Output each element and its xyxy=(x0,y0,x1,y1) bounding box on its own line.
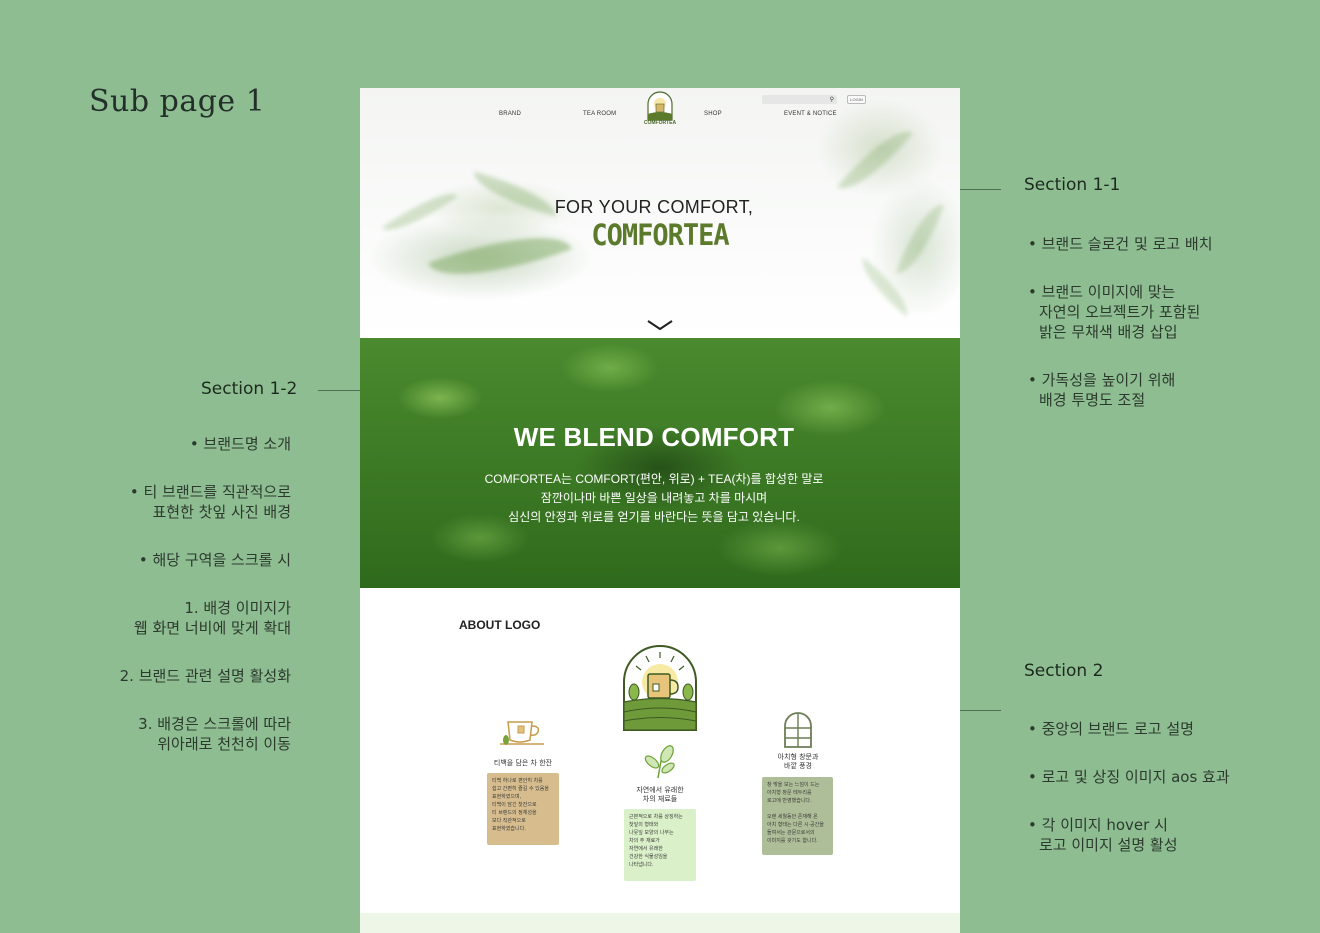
annotation-list-s2: 중앙의 브랜드 로고 설명 로고 및 상징 이미지 aos 효과 각 이미지 h… xyxy=(1028,699,1230,883)
annotation-item: • 티 브랜드를 직관적으로 표현한 찻잎 사진 배경 xyxy=(129,483,291,521)
annotation-list-s11: 브랜드 슬로건 및 로고 배치 브랜드 이미지에 맞는 자연의 오브젝트가 포함… xyxy=(1028,214,1213,438)
card-description: 티백 하나로 편안히 차를 쉽고 간편히 즐길 수 있음을 표현하였으며, 티백… xyxy=(487,773,559,845)
annotation-title-s2: Section 2 xyxy=(1024,661,1104,681)
nav-item-shop[interactable]: SHOP xyxy=(704,111,722,117)
chevron-down-icon[interactable] xyxy=(646,318,674,332)
annotation-item: 가독성을 높이기 위해 배경 투명도 조절 xyxy=(1028,370,1213,410)
annotation-list-s12: • 브랜드명 소개 • 티 브랜드를 직관적으로 표현한 찻잎 사진 배경 • … xyxy=(91,414,291,782)
next-section-strip xyxy=(360,913,960,933)
card-description: 창 밖을 보는 느낌이 드는 아치형 창문 테두리를 로고에 반영했습니다. 오… xyxy=(762,777,833,855)
brand-intro-title: WE BLEND COMFORT xyxy=(513,422,795,452)
annotation-item: • 해당 구역을 스크롤 시 xyxy=(138,551,291,569)
annotation-title-s12: Section 1-2 xyxy=(201,379,298,399)
search-input[interactable]: ⚲ xyxy=(762,95,837,104)
annotation-item: • 브랜드명 소개 xyxy=(189,435,291,453)
nav-item-tea-room[interactable]: TEA ROOM xyxy=(583,111,616,117)
arch-window-icon[interactable] xyxy=(783,712,813,748)
annotation-title-s11: Section 1-1 xyxy=(1024,175,1121,195)
annotation-item: 1. 배경 이미지가 웹 화면 너비에 맞게 확대 xyxy=(133,599,291,637)
about-logo-title: ABOUT LOGO xyxy=(459,618,541,632)
annotation-item: 브랜드 이미지에 맞는 자연의 오브젝트가 포함된 밝은 무채색 배경 삽입 xyxy=(1028,282,1213,342)
nav-logo-text: COMFORTEA xyxy=(643,120,677,126)
brand-emblem-icon[interactable] xyxy=(620,640,700,732)
top-nav: BRAND TEA ROOM SHOP EVENT & NOTICE COMFO… xyxy=(360,88,960,128)
leaf-blur xyxy=(836,117,914,203)
brand-intro-line: 심신의 안정과 위로를 얻기를 바란다는 뜻을 담고 있습니다. xyxy=(508,510,800,524)
tea-leaf-icon[interactable] xyxy=(640,744,680,780)
annotation-item: 중앙의 브랜드 로고 설명 xyxy=(1028,719,1230,739)
login-button[interactable]: LOGIN xyxy=(847,95,866,104)
hero-slogan: FOR YOUR COMFORT, xyxy=(554,197,754,217)
hero-brand-name: COMFORTEA xyxy=(591,218,729,253)
annotation-item: 3. 배경은 스크롤에 따라 위아래로 천천히 이동 xyxy=(138,715,291,753)
nav-item-event-notice[interactable]: EVENT & NOTICE xyxy=(784,111,837,117)
search-icon[interactable]: ⚲ xyxy=(830,96,834,103)
card-label: 자연에서 유래한 차의 재료들 xyxy=(636,786,684,803)
annotation-item: 2. 브랜드 관련 설명 활성화 xyxy=(119,667,291,685)
nav-item-brand[interactable]: BRAND xyxy=(499,111,521,117)
brand-intro-line: COMFORTEA는 COMFORT(편안, 위로) + TEA(차)를 합성한… xyxy=(484,472,824,486)
card-label: 아치형 창문과 바깥 풍경 xyxy=(777,753,819,770)
card-description: 근본적으로 차를 상징하는 찻잎의 형태와 나뭇잎 모양의 나무는 차의 주 재… xyxy=(624,809,696,881)
card-label: 티백을 담은 차 한잔 xyxy=(493,759,553,767)
brand-intro-section: WE BLEND COMFORT COMFORTEA는 COMFORT(편안, … xyxy=(360,338,960,588)
brand-intro-line: 잠깐이나마 바쁜 일상을 내려놓고 차를 마시며 xyxy=(540,491,768,505)
annotation-item: 브랜드 슬로건 및 로고 배치 xyxy=(1028,234,1213,254)
annotation-item: 각 이미지 hover 시 로고 이미지 설명 활성 xyxy=(1028,815,1230,855)
website-mockup: BRAND TEA ROOM SHOP EVENT & NOTICE COMFO… xyxy=(360,88,960,933)
about-logo-section: ABOUT LOGO 티백을 담은 차 한잔 티백 하나로 편안히 차를 쉽고 … xyxy=(360,588,960,933)
hero-section: BRAND TEA ROOM SHOP EVENT & NOTICE COMFO… xyxy=(360,88,960,338)
page-heading: Sub page 1 xyxy=(89,84,266,119)
teacup-teabag-icon[interactable] xyxy=(498,718,546,750)
annotation-item: 로고 및 상징 이미지 aos 효과 xyxy=(1028,767,1230,787)
